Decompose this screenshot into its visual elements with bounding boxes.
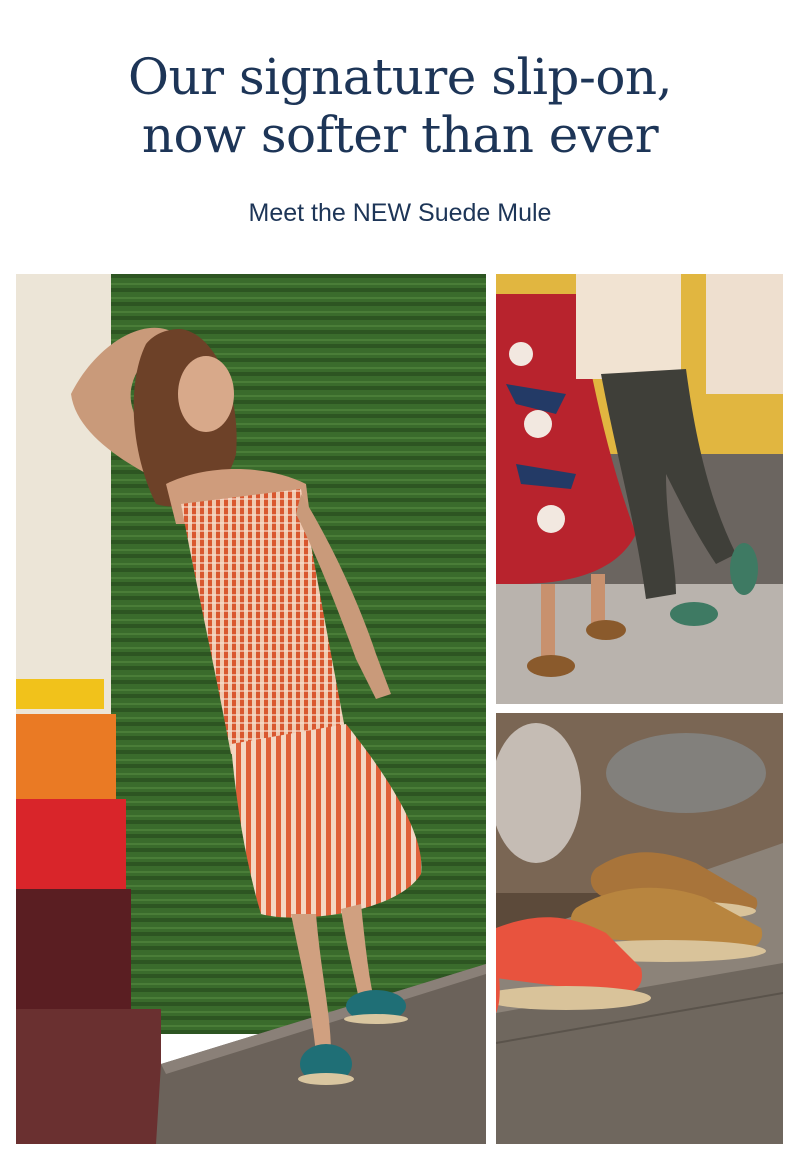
- photo-woman-striped-dress-image: [16, 274, 486, 1144]
- photo-woman-striped-dress[interactable]: [16, 274, 486, 1144]
- headline-line-2: now softer than ever: [141, 106, 659, 164]
- photo-couple-espadrilles[interactable]: [496, 274, 783, 704]
- headline-line-1: Our signature slip-on,: [127, 48, 673, 106]
- subhead-link[interactable]: Meet the NEW Suede Mule: [0, 196, 800, 230]
- photo-suede-mules-image: [496, 713, 783, 1144]
- photo-couple-espadrilles-image: [496, 274, 783, 704]
- headline: Our signature slip-on, now softer than e…: [0, 48, 800, 164]
- photo-suede-mules[interactable]: [496, 713, 783, 1144]
